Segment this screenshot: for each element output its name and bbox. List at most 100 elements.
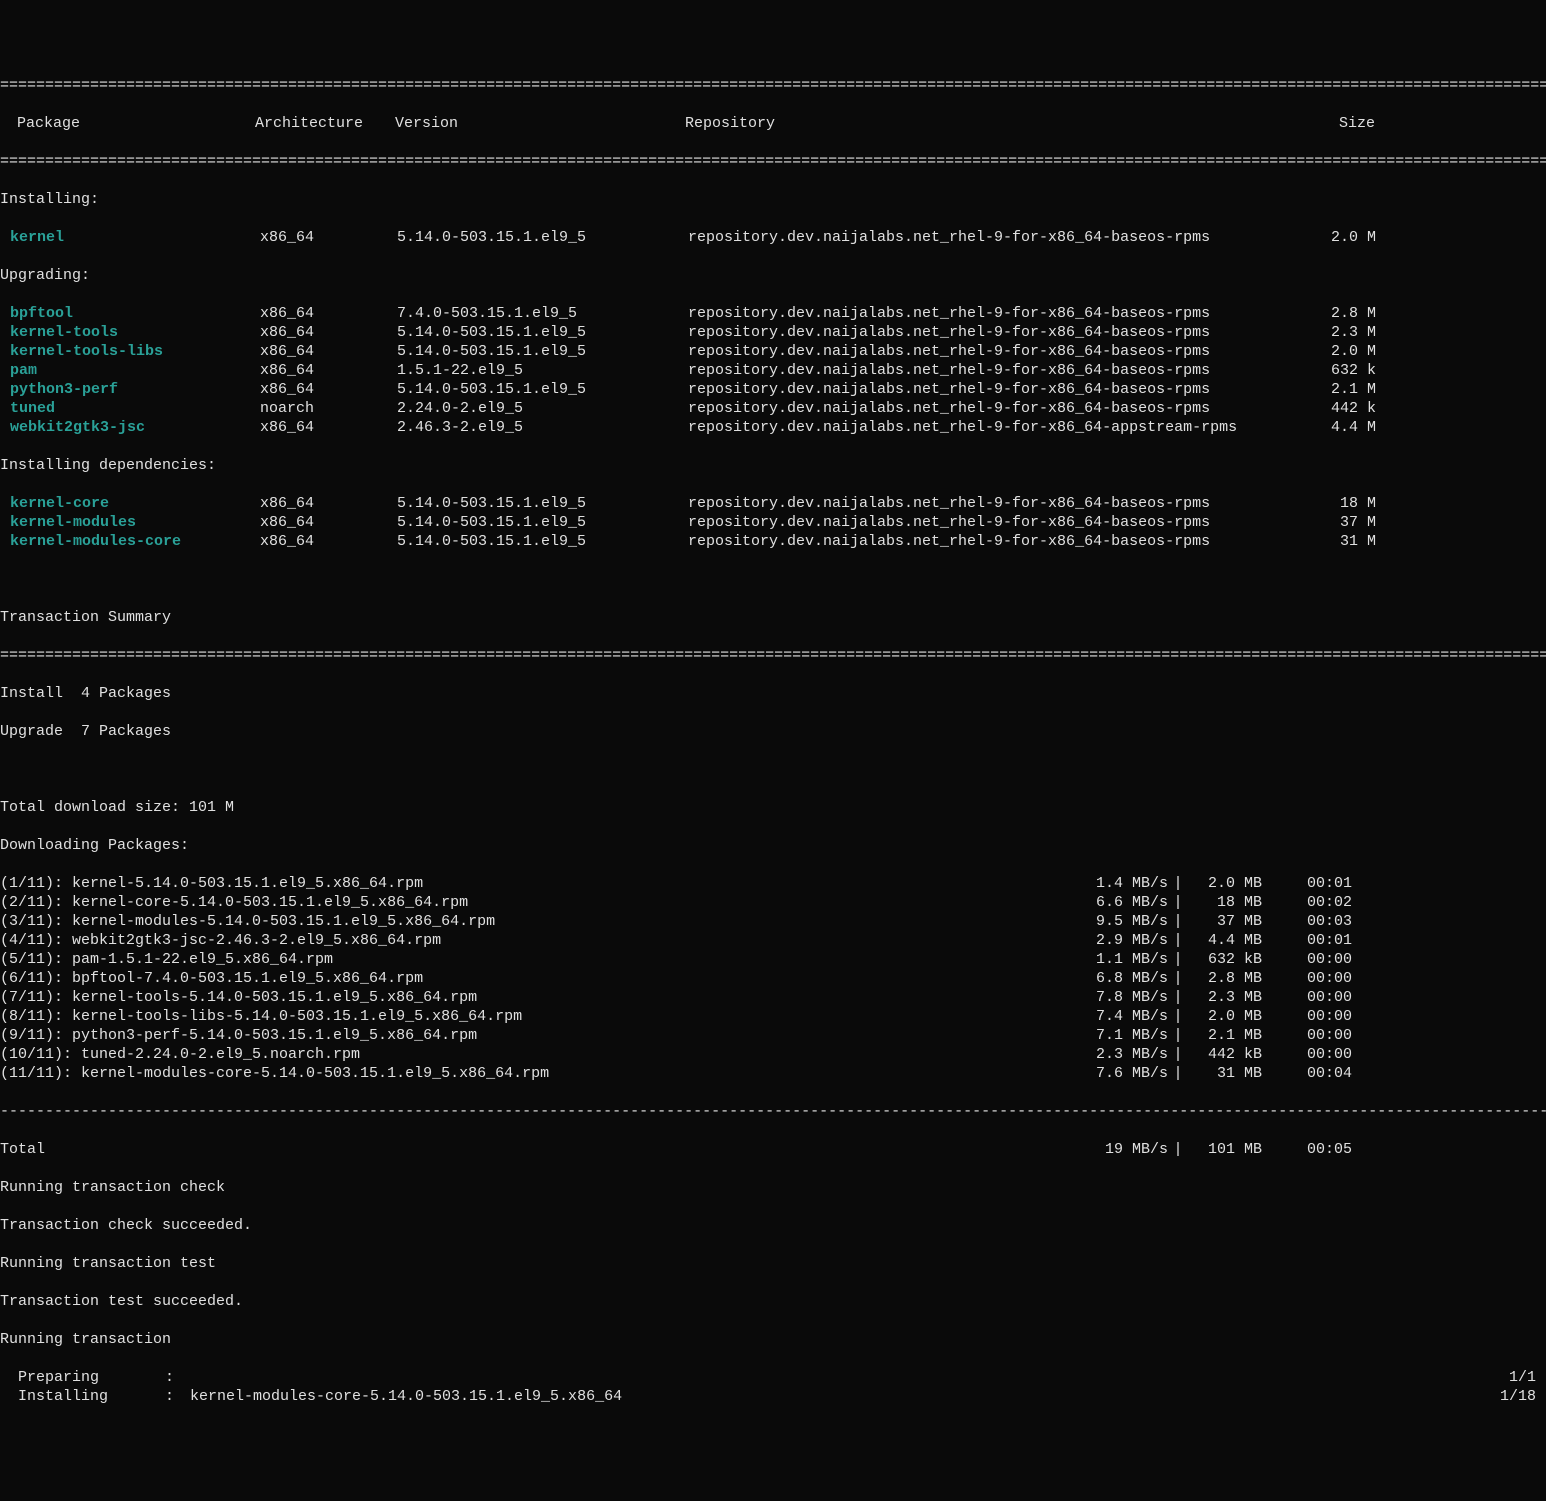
package-row: pamx86_641.5.1-22.el9_5repository.dev.na… [0,361,1546,380]
download-speed: 7.6 MB/s [1080,1064,1168,1083]
download-time: 00:00 [1292,1026,1352,1045]
package-repo: repository.dev.naijalabs.net_rhel-9-for-… [688,513,1316,532]
package-version: 5.14.0-503.15.1.el9_5 [397,532,688,551]
download-row: (7/11): kernel-tools-5.14.0-503.15.1.el9… [0,988,1546,1007]
summary-title: Transaction Summary [0,608,1546,627]
download-speed: 7.1 MB/s [1080,1026,1168,1045]
total-time: 00:05 [1292,1140,1352,1159]
download-time: 00:00 [1292,950,1352,969]
package-arch: x86_64 [260,361,397,380]
summary-install: Install 4 Packages [0,684,1546,703]
download-speed: 1.1 MB/s [1080,950,1168,969]
download-total: Total 19 MB/s|101 MB00:05 [0,1140,1546,1159]
download-size: 31 MB [1188,1064,1262,1083]
package-name: kernel-tools [10,324,118,341]
download-row: (8/11): kernel-tools-libs-5.14.0-503.15.… [0,1007,1546,1026]
download-row: (9/11): python3-perf-5.14.0-503.15.1.el9… [0,1026,1546,1045]
download-time: 00:00 [1292,1045,1352,1064]
package-row: kernel-modulesx86_645.14.0-503.15.1.el9_… [0,513,1546,532]
pipe-sep: | [1168,1064,1188,1083]
package-repo: repository.dev.naijalabs.net_rhel-9-for-… [688,342,1316,361]
package-row: tunednoarch2.24.0-2.el9_5repository.dev.… [0,399,1546,418]
transaction-check-ok: Transaction check succeeded. [0,1216,1546,1235]
download-label: (9/11): python3-perf-5.14.0-503.15.1.el9… [0,1026,1080,1045]
pipe-sep: | [1168,912,1188,931]
download-speed: 2.3 MB/s [1080,1045,1168,1064]
package-name: kernel-modules [10,514,136,531]
download-size: 442 kB [1188,1045,1262,1064]
download-label: (1/11): kernel-5.14.0-503.15.1.el9_5.x86… [0,874,1080,893]
package-repo: repository.dev.naijalabs.net_rhel-9-for-… [688,380,1316,399]
header-package: Package [0,114,255,133]
total-download-size: Total download size: 101 M [0,798,1546,817]
download-label: (3/11): kernel-modules-5.14.0-503.15.1.e… [0,912,1080,931]
transaction-row: Preparing:1/1 [0,1368,1546,1387]
section-installing-deps: Installing dependencies: [0,456,1546,475]
table-header: PackageArchitectureVersionRepositorySize [0,114,1546,133]
pipe-sep: | [1168,950,1188,969]
package-name: kernel-modules-core [10,533,181,550]
download-size: 2.8 MB [1188,969,1262,988]
download-row: (10/11): tuned-2.24.0-2.el9_5.noarch.rpm… [0,1045,1546,1064]
package-arch: x86_64 [260,228,397,247]
terminal-output: ========================================… [0,57,1546,1425]
package-name: bpftool [10,305,73,322]
divider: ========================================… [0,152,1546,171]
section-upgrading: Upgrading: [0,266,1546,285]
package-version: 5.14.0-503.15.1.el9_5 [397,342,688,361]
package-row: kernel-toolsx86_645.14.0-503.15.1.el9_5r… [0,323,1546,342]
package-arch: x86_64 [260,342,397,361]
package-size: 2.8 M [1316,304,1376,323]
download-time: 00:02 [1292,893,1352,912]
download-row: (2/11): kernel-core-5.14.0-503.15.1.el9_… [0,893,1546,912]
download-size: 4.4 MB [1188,931,1262,950]
download-label: (11/11): kernel-modules-core-5.14.0-503.… [0,1064,1080,1083]
package-row: kernel-modules-corex86_645.14.0-503.15.1… [0,532,1546,551]
download-row: (6/11): bpftool-7.4.0-503.15.1.el9_5.x86… [0,969,1546,988]
divider: ========================================… [0,76,1546,95]
colon-sep: : [165,1387,190,1406]
package-size: 31 M [1316,532,1376,551]
package-size: 2.3 M [1316,323,1376,342]
pipe-sep: | [1168,1007,1188,1026]
download-label: (10/11): tuned-2.24.0-2.el9_5.noarch.rpm [0,1045,1080,1064]
package-version: 1.5.1-22.el9_5 [397,361,688,380]
package-name: tuned [10,400,55,417]
pipe-sep: | [1168,893,1188,912]
download-speed: 9.5 MB/s [1080,912,1168,931]
header-arch: Architecture [255,114,395,133]
pipe-sep: | [1168,969,1188,988]
header-repo: Repository [685,114,1315,133]
package-row: kernelx86_645.14.0-503.15.1.el9_5reposit… [0,228,1546,247]
package-version: 2.24.0-2.el9_5 [397,399,688,418]
divider: ========================================… [0,646,1546,665]
downloading-label: Downloading Packages: [0,836,1546,855]
package-row: python3-perfx86_645.14.0-503.15.1.el9_5r… [0,380,1546,399]
download-label: (5/11): pam-1.5.1-22.el9_5.x86_64.rpm [0,950,1080,969]
package-name: kernel-tools-libs [10,343,163,360]
download-size: 18 MB [1188,893,1262,912]
package-version: 2.46.3-2.el9_5 [397,418,688,437]
download-time: 00:04 [1292,1064,1352,1083]
download-time: 00:03 [1292,912,1352,931]
download-speed: 1.4 MB/s [1080,874,1168,893]
package-name: kernel-core [10,495,109,512]
package-arch: x86_64 [260,304,397,323]
blank-line [0,570,1546,589]
summary-upgrade: Upgrade 7 Packages [0,722,1546,741]
package-arch: x86_64 [260,380,397,399]
pipe-sep: | [1168,988,1188,1007]
package-name: pam [10,362,37,379]
package-version: 5.14.0-503.15.1.el9_5 [397,494,688,513]
package-size: 442 k [1316,399,1376,418]
package-row: bpftoolx86_647.4.0-503.15.1.el9_5reposit… [0,304,1546,323]
download-row: (1/11): kernel-5.14.0-503.15.1.el9_5.x86… [0,874,1546,893]
package-repo: repository.dev.naijalabs.net_rhel-9-for-… [688,228,1316,247]
divider: ----------------------------------------… [0,1102,1546,1121]
package-repo: repository.dev.naijalabs.net_rhel-9-for-… [688,323,1316,342]
package-arch: x86_64 [260,494,397,513]
package-size: 2.0 M [1316,228,1376,247]
package-version: 5.14.0-503.15.1.el9_5 [397,380,688,399]
running-transaction: Running transaction [0,1330,1546,1349]
download-size: 2.1 MB [1188,1026,1262,1045]
